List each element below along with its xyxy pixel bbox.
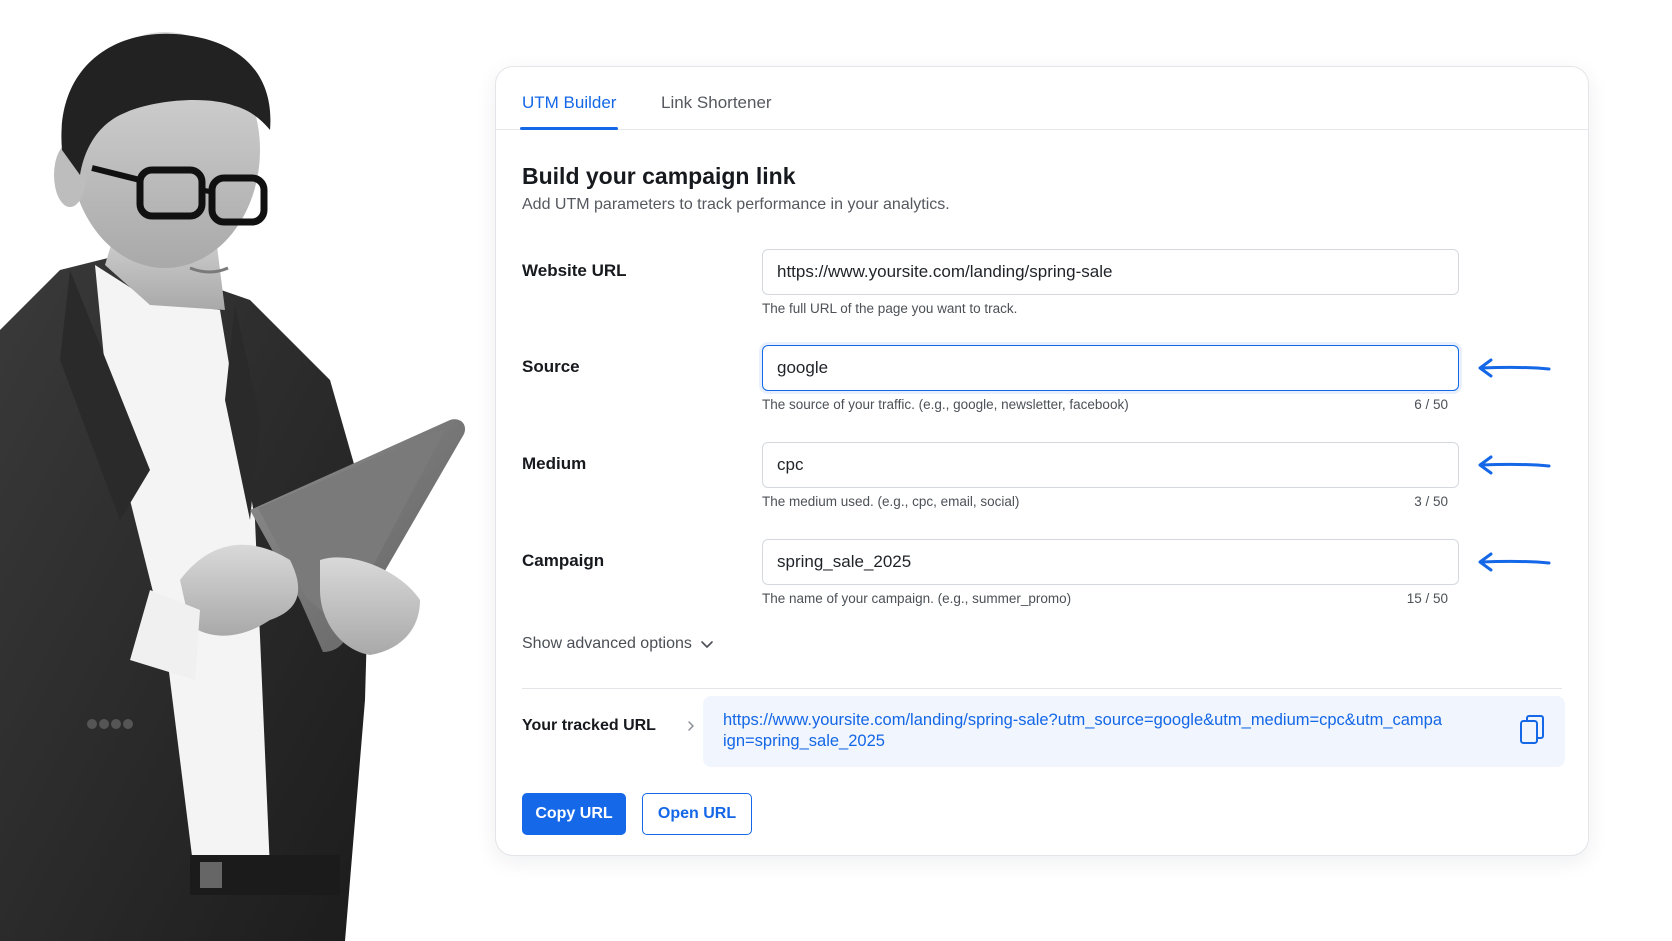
website-url-input[interactable] bbox=[762, 249, 1459, 295]
person-photo bbox=[0, 0, 500, 941]
tab-utm-builder[interactable]: UTM Builder bbox=[519, 67, 619, 130]
show-advanced-options-toggle[interactable]: Show advanced options bbox=[522, 635, 714, 653]
utm-builder-card: UTM Builder Link Shortener Build your ca… bbox=[495, 66, 1589, 856]
campaign-input[interactable] bbox=[762, 539, 1459, 585]
campaign-char-count: 15 / 50 bbox=[1406, 591, 1448, 606]
chevron-right-icon bbox=[688, 721, 694, 731]
source-input[interactable] bbox=[762, 345, 1459, 391]
copy-icon[interactable] bbox=[1519, 714, 1545, 746]
medium-char-count: 3 / 50 bbox=[1414, 494, 1448, 509]
source-label: Source bbox=[522, 357, 580, 376]
website-url-label: Website URL bbox=[522, 261, 627, 280]
tracked-url-box: https://www.yoursite.com/landing/spring-… bbox=[703, 696, 1565, 767]
medium-help: The medium used. (e.g., cpc, email, soci… bbox=[762, 494, 1020, 509]
tracked-url-label-group: Your tracked URL bbox=[522, 717, 696, 735]
field-source: Source The source of your traffic. (e.g.… bbox=[496, 345, 1588, 435]
field-medium: Medium The medium used. (e.g., cpc, emai… bbox=[496, 442, 1588, 532]
arrow-left-icon bbox=[1478, 552, 1551, 572]
tracked-url-link[interactable]: https://www.yoursite.com/landing/spring-… bbox=[723, 710, 1443, 752]
medium-label: Medium bbox=[522, 454, 587, 473]
medium-input[interactable] bbox=[762, 442, 1459, 488]
copy-url-button[interactable]: Copy URL bbox=[522, 793, 626, 835]
divider bbox=[522, 688, 1562, 689]
chevron-down-icon bbox=[701, 641, 713, 648]
source-help: The source of your traffic. (e.g., googl… bbox=[762, 397, 1129, 412]
campaign-help: The name of your campaign. (e.g., summer… bbox=[762, 591, 1072, 606]
field-campaign: Campaign The name of your campaign. (e.g… bbox=[496, 539, 1588, 629]
source-char-count: 6 / 50 bbox=[1414, 397, 1448, 412]
arrow-left-icon bbox=[1478, 455, 1551, 475]
page-subtitle: Add UTM parameters to track performance … bbox=[522, 196, 950, 213]
arrow-left-icon bbox=[1478, 358, 1551, 378]
page-title: Build your campaign link bbox=[522, 163, 796, 189]
tab-link-shortener[interactable]: Link Shortener bbox=[661, 67, 772, 129]
field-website-url: Website URL The full URL of the page you… bbox=[496, 249, 1588, 339]
website-url-help: The full URL of the page you want to tra… bbox=[762, 301, 1018, 316]
tracked-url-label: Your tracked URL bbox=[522, 717, 656, 734]
show-advanced-options-label: Show advanced options bbox=[522, 635, 692, 652]
tab-bar: UTM Builder Link Shortener bbox=[496, 67, 1588, 130]
open-url-button[interactable]: Open URL bbox=[642, 793, 752, 835]
campaign-label: Campaign bbox=[522, 551, 605, 570]
